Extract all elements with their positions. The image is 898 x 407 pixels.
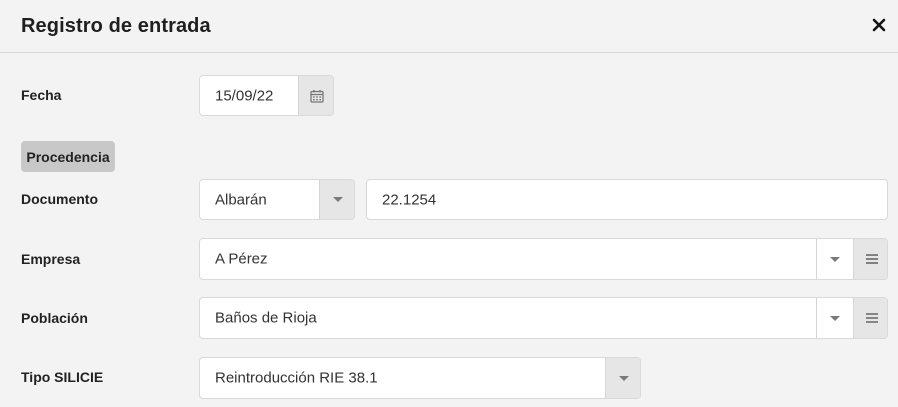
fecha-label: Fecha <box>21 87 62 103</box>
tipo-silicie-select[interactable]: Reintroducción RIE 38.1 <box>199 357 641 399</box>
list-icon <box>865 254 878 264</box>
calendar-button[interactable] <box>298 76 333 115</box>
documento-label: Documento <box>21 191 98 207</box>
poblacion-list-button[interactable] <box>853 298 887 338</box>
poblacion-label: Población <box>21 310 88 326</box>
tipo-silicie-value: Reintroducción RIE 38.1 <box>215 369 378 387</box>
documento-type-select[interactable]: Albarán <box>199 179 355 220</box>
documento-number-value[interactable]: 22.1254 <box>382 191 436 208</box>
chevron-down-icon <box>830 256 840 262</box>
empresa-label: Empresa <box>21 251 81 267</box>
empresa-dropdown-button[interactable] <box>816 239 853 279</box>
chevron-down-icon <box>332 197 343 202</box>
poblacion-value: Baños de Rioja <box>215 309 317 327</box>
documento-type-value: Albarán <box>215 191 267 208</box>
tipo-silicie-dropdown-button[interactable] <box>605 358 640 398</box>
documento-number-input[interactable]: 22.1254 <box>366 179 888 220</box>
empresa-value: A Pérez <box>215 250 268 268</box>
empresa-select[interactable]: A Pérez <box>199 238 888 280</box>
close-button[interactable] <box>866 12 892 38</box>
dialog-header: Registro de entrada <box>0 0 898 53</box>
poblacion-select[interactable]: Baños de Rioja <box>199 297 888 339</box>
empresa-list-button[interactable] <box>853 239 887 279</box>
calendar-icon <box>309 89 324 103</box>
poblacion-dropdown-button[interactable] <box>816 298 853 338</box>
documento-type-dropdown-button[interactable] <box>319 180 354 219</box>
fecha-field[interactable]: 15/09/22 <box>199 75 334 116</box>
procedencia-section-label: Procedencia <box>21 141 115 172</box>
close-icon <box>872 18 886 32</box>
dialog-title: Registro de entrada <box>21 15 211 37</box>
chevron-down-icon <box>830 315 840 321</box>
chevron-down-icon <box>619 375 629 381</box>
registro-entrada-dialog: Registro de entrada Fecha 15/09/22 Proce… <box>0 0 898 407</box>
list-icon <box>865 313 878 323</box>
tipo-silicie-label: Tipo SILICIE <box>21 369 104 385</box>
fecha-value[interactable]: 15/09/22 <box>215 87 273 104</box>
